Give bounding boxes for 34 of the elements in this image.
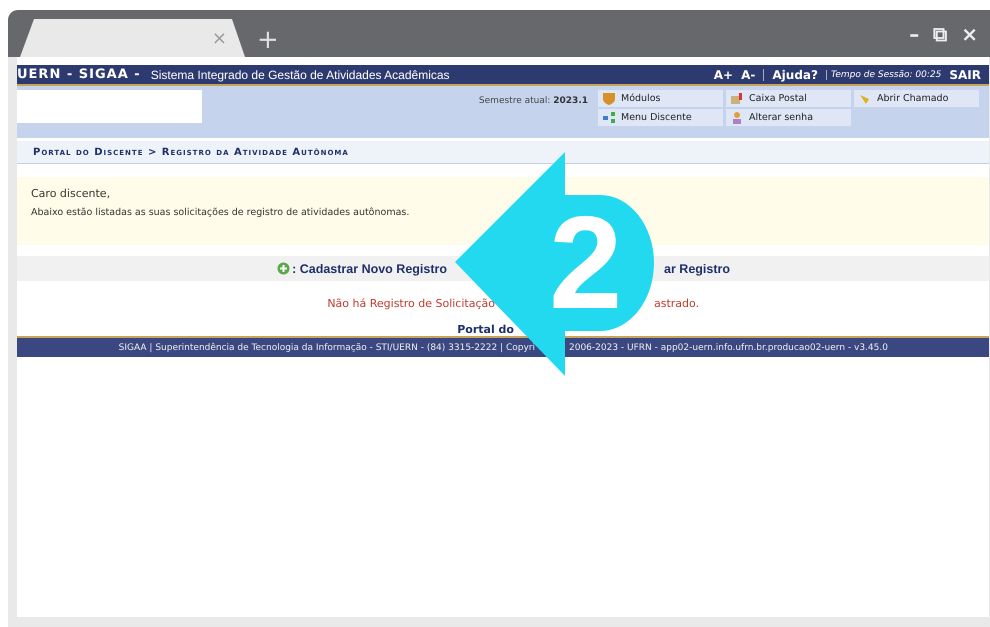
font-increase-link[interactable]: A+ xyxy=(714,68,734,82)
close-button[interactable]: × xyxy=(961,22,978,46)
session-time: Tempo de Sessão: 00:25 xyxy=(826,70,942,80)
semester-label: Semestre atual: 2023.1 xyxy=(478,96,588,106)
restore-button[interactable]: ⧉ xyxy=(933,22,948,46)
menu-link[interactable]: Caixa Postal xyxy=(726,90,851,107)
mailbox-icon xyxy=(730,92,744,105)
action-link[interactable]: : Cadastrar Novo Registro xyxy=(277,262,447,276)
empty-message: astrado. xyxy=(654,297,700,310)
empty-message: Não há Registro de Solicitação xyxy=(327,297,495,310)
step-number: 2 xyxy=(549,209,622,318)
footer-text: 2006-2023 - UFRN - app02-uern.info.ufrn.br.producao02-uern - v3.45.0 xyxy=(569,342,888,352)
person-icon xyxy=(730,111,744,124)
help-link[interactable]: Ajuda? xyxy=(772,68,818,82)
shield-icon xyxy=(602,92,616,105)
greeting-text: Caro discente, xyxy=(31,187,112,200)
bell-icon xyxy=(858,92,872,105)
new-tab-button[interactable]: + xyxy=(257,27,279,53)
menu-link[interactable]: Módulos xyxy=(598,90,723,107)
plus-icon xyxy=(277,262,290,275)
font-decrease-link[interactable]: A- xyxy=(741,68,756,82)
breadcrumb: Portal do Discente > Registro da Atividade Autônoma xyxy=(17,141,989,164)
footer-text: SIGAA | Superintendência de Tecnologia da Informação - STI/UERN - (84) 3315-2222 | Copyri xyxy=(118,342,535,352)
menu-link[interactable]: Alterar senha xyxy=(726,109,851,126)
system-name: Sistema Integrado de Gestão de Atividades Acadêmicas xyxy=(150,68,450,82)
menu-link[interactable]: Menu Discente xyxy=(598,109,723,126)
logout-link[interactable]: SAIR xyxy=(949,68,981,82)
menu-link[interactable]: Abrir Chamado xyxy=(854,90,979,107)
notice-text: Abaixo estão listadas as suas solicitações de registro de atividades autônomas. xyxy=(31,207,410,218)
minimize-button[interactable]: – xyxy=(909,22,920,46)
action-link[interactable]: ar Registro xyxy=(664,262,730,276)
portal-link[interactable]: Portal do xyxy=(457,323,514,336)
tree-icon xyxy=(602,111,616,124)
brand-title: UERN - SIGAA - xyxy=(17,67,141,82)
